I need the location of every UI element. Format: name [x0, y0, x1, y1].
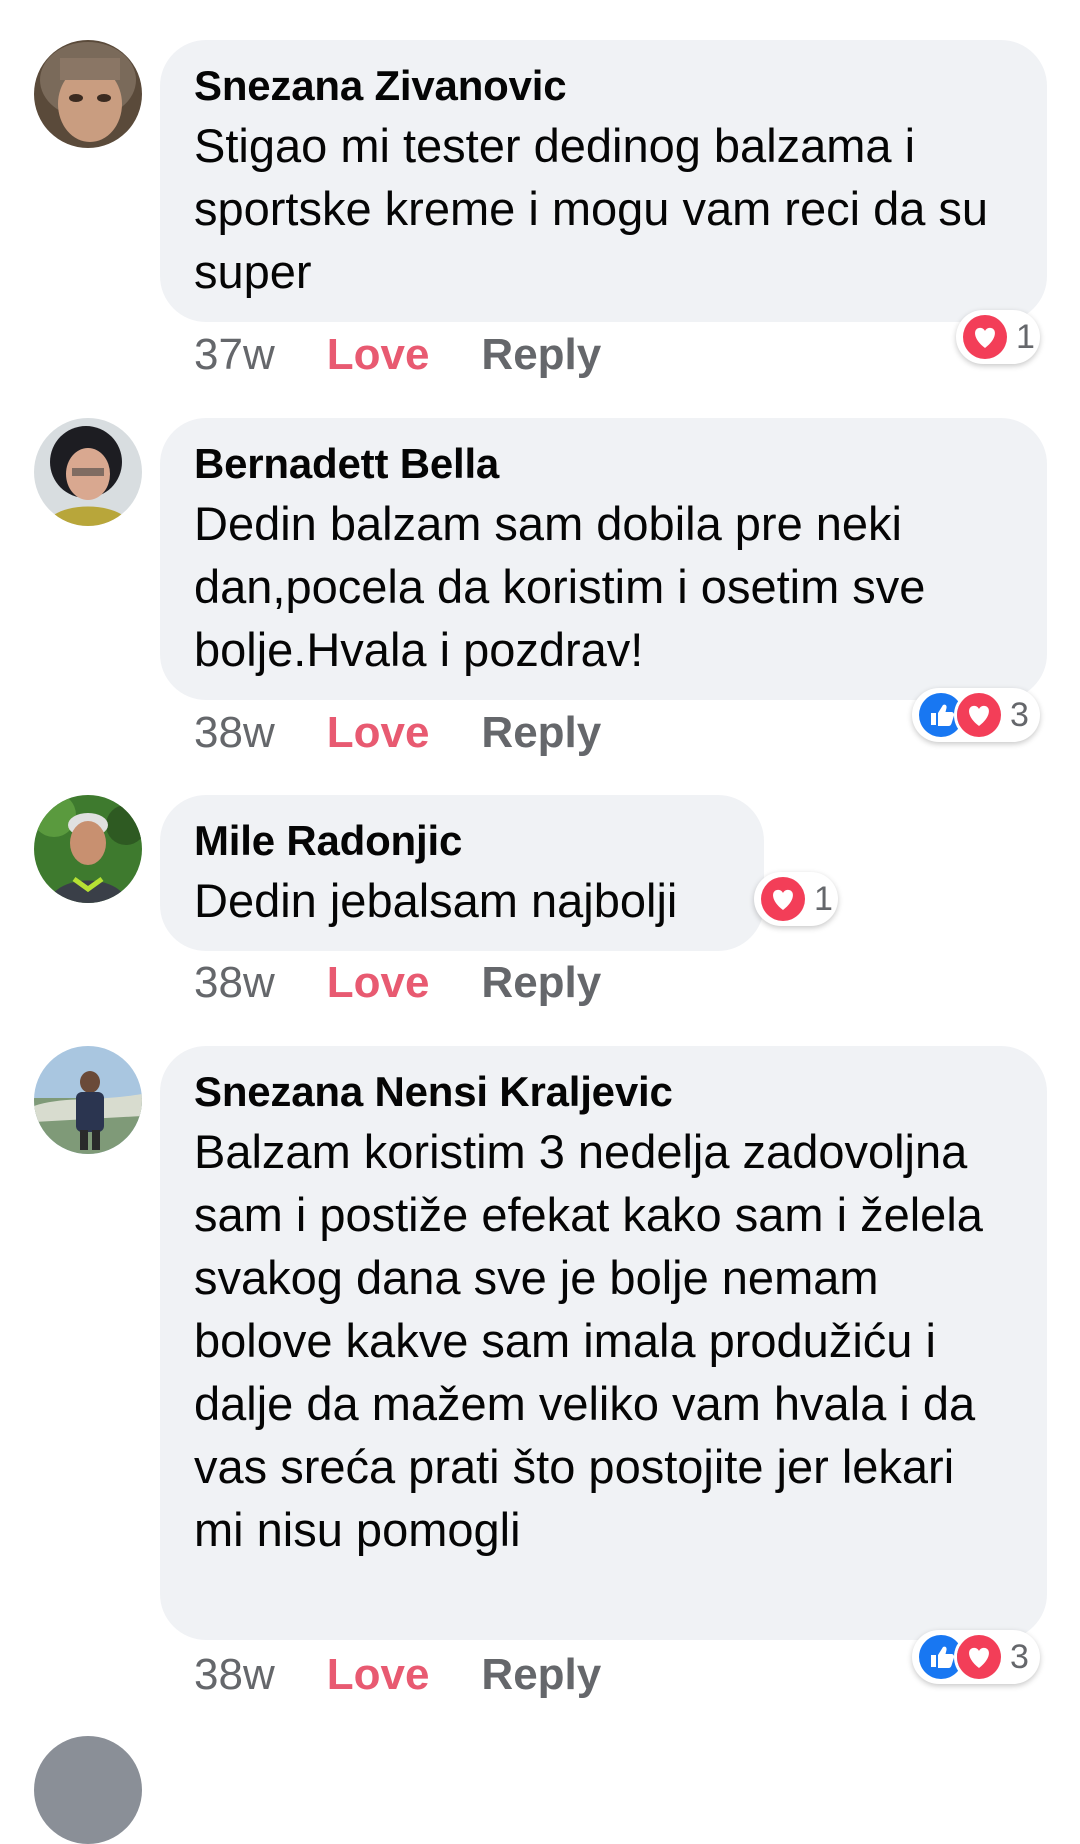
avatar[interactable] [34, 40, 142, 148]
comment-timestamp[interactable]: 38w [194, 958, 275, 1007]
comment-timestamp[interactable]: 38w [194, 708, 275, 757]
reaction-count: 3 [1010, 695, 1029, 734]
comment-bubble: Snezana Zivanovic Stigao mi tester dedin… [160, 40, 1047, 322]
comment-timestamp[interactable]: 38w [194, 1650, 275, 1699]
reaction-summary[interactable]: 3 [912, 1630, 1040, 1684]
comment-text: Stigao mi tester dedinog balzama i sport… [194, 119, 989, 298]
love-icon [954, 1632, 1004, 1682]
comment-actions: 38w Love Reply [194, 1650, 601, 1700]
comment-author[interactable]: Bernadett Bella [194, 440, 1013, 488]
love-icon [960, 312, 1010, 362]
comment-bubble: Bernadett Bella Dedin balzam sam dobila … [160, 418, 1047, 700]
comment-bubble: Mile Radonjic Dedin jebalsam najbolji [160, 795, 764, 951]
comment-text: Dedin jebalsam najbolji [194, 874, 678, 927]
reaction-count: 3 [1010, 1637, 1029, 1676]
reply-button[interactable]: Reply [481, 958, 601, 1007]
comment-bubble: Snezana Nensi Kraljevic Balzam koristim … [160, 1046, 1047, 1640]
love-button[interactable]: Love [327, 330, 430, 379]
avatar[interactable] [34, 1046, 142, 1154]
avatar[interactable] [34, 418, 142, 526]
comment-actions: 38w Love Reply [194, 708, 601, 758]
reaction-summary[interactable]: 1 [956, 310, 1040, 364]
comment-author[interactable]: Snezana Nensi Kraljevic [194, 1068, 1013, 1116]
comment-author[interactable]: Snezana Zivanovic [194, 62, 1013, 110]
reply-button[interactable]: Reply [481, 708, 601, 757]
avatar[interactable] [34, 795, 142, 903]
comment-author[interactable]: Mile Radonjic [194, 817, 730, 865]
reply-button[interactable]: Reply [481, 1650, 601, 1699]
comment-text: Balzam koristim 3 nedelja zadovoljna sam… [194, 1125, 983, 1556]
comment-timestamp[interactable]: 37w [194, 330, 275, 379]
comment-actions: 37w Love Reply [194, 330, 601, 380]
comment-text: Dedin balzam sam dobila pre neki dan,poc… [194, 497, 926, 676]
love-icon [954, 690, 1004, 740]
love-button[interactable]: Love [327, 958, 430, 1007]
love-button[interactable]: Love [327, 1650, 430, 1699]
reaction-summary[interactable]: 3 [912, 688, 1040, 742]
reply-button[interactable]: Reply [481, 330, 601, 379]
previous-reply-link-cut [470, 0, 590, 4]
reaction-count: 1 [1016, 317, 1035, 356]
avatar[interactable] [34, 1736, 142, 1844]
reaction-count: 1 [814, 879, 833, 918]
reaction-summary[interactable]: 1 [754, 872, 838, 926]
comment-actions: 38w Love Reply [194, 958, 601, 1008]
love-icon [758, 874, 808, 924]
love-button[interactable]: Love [327, 708, 430, 757]
